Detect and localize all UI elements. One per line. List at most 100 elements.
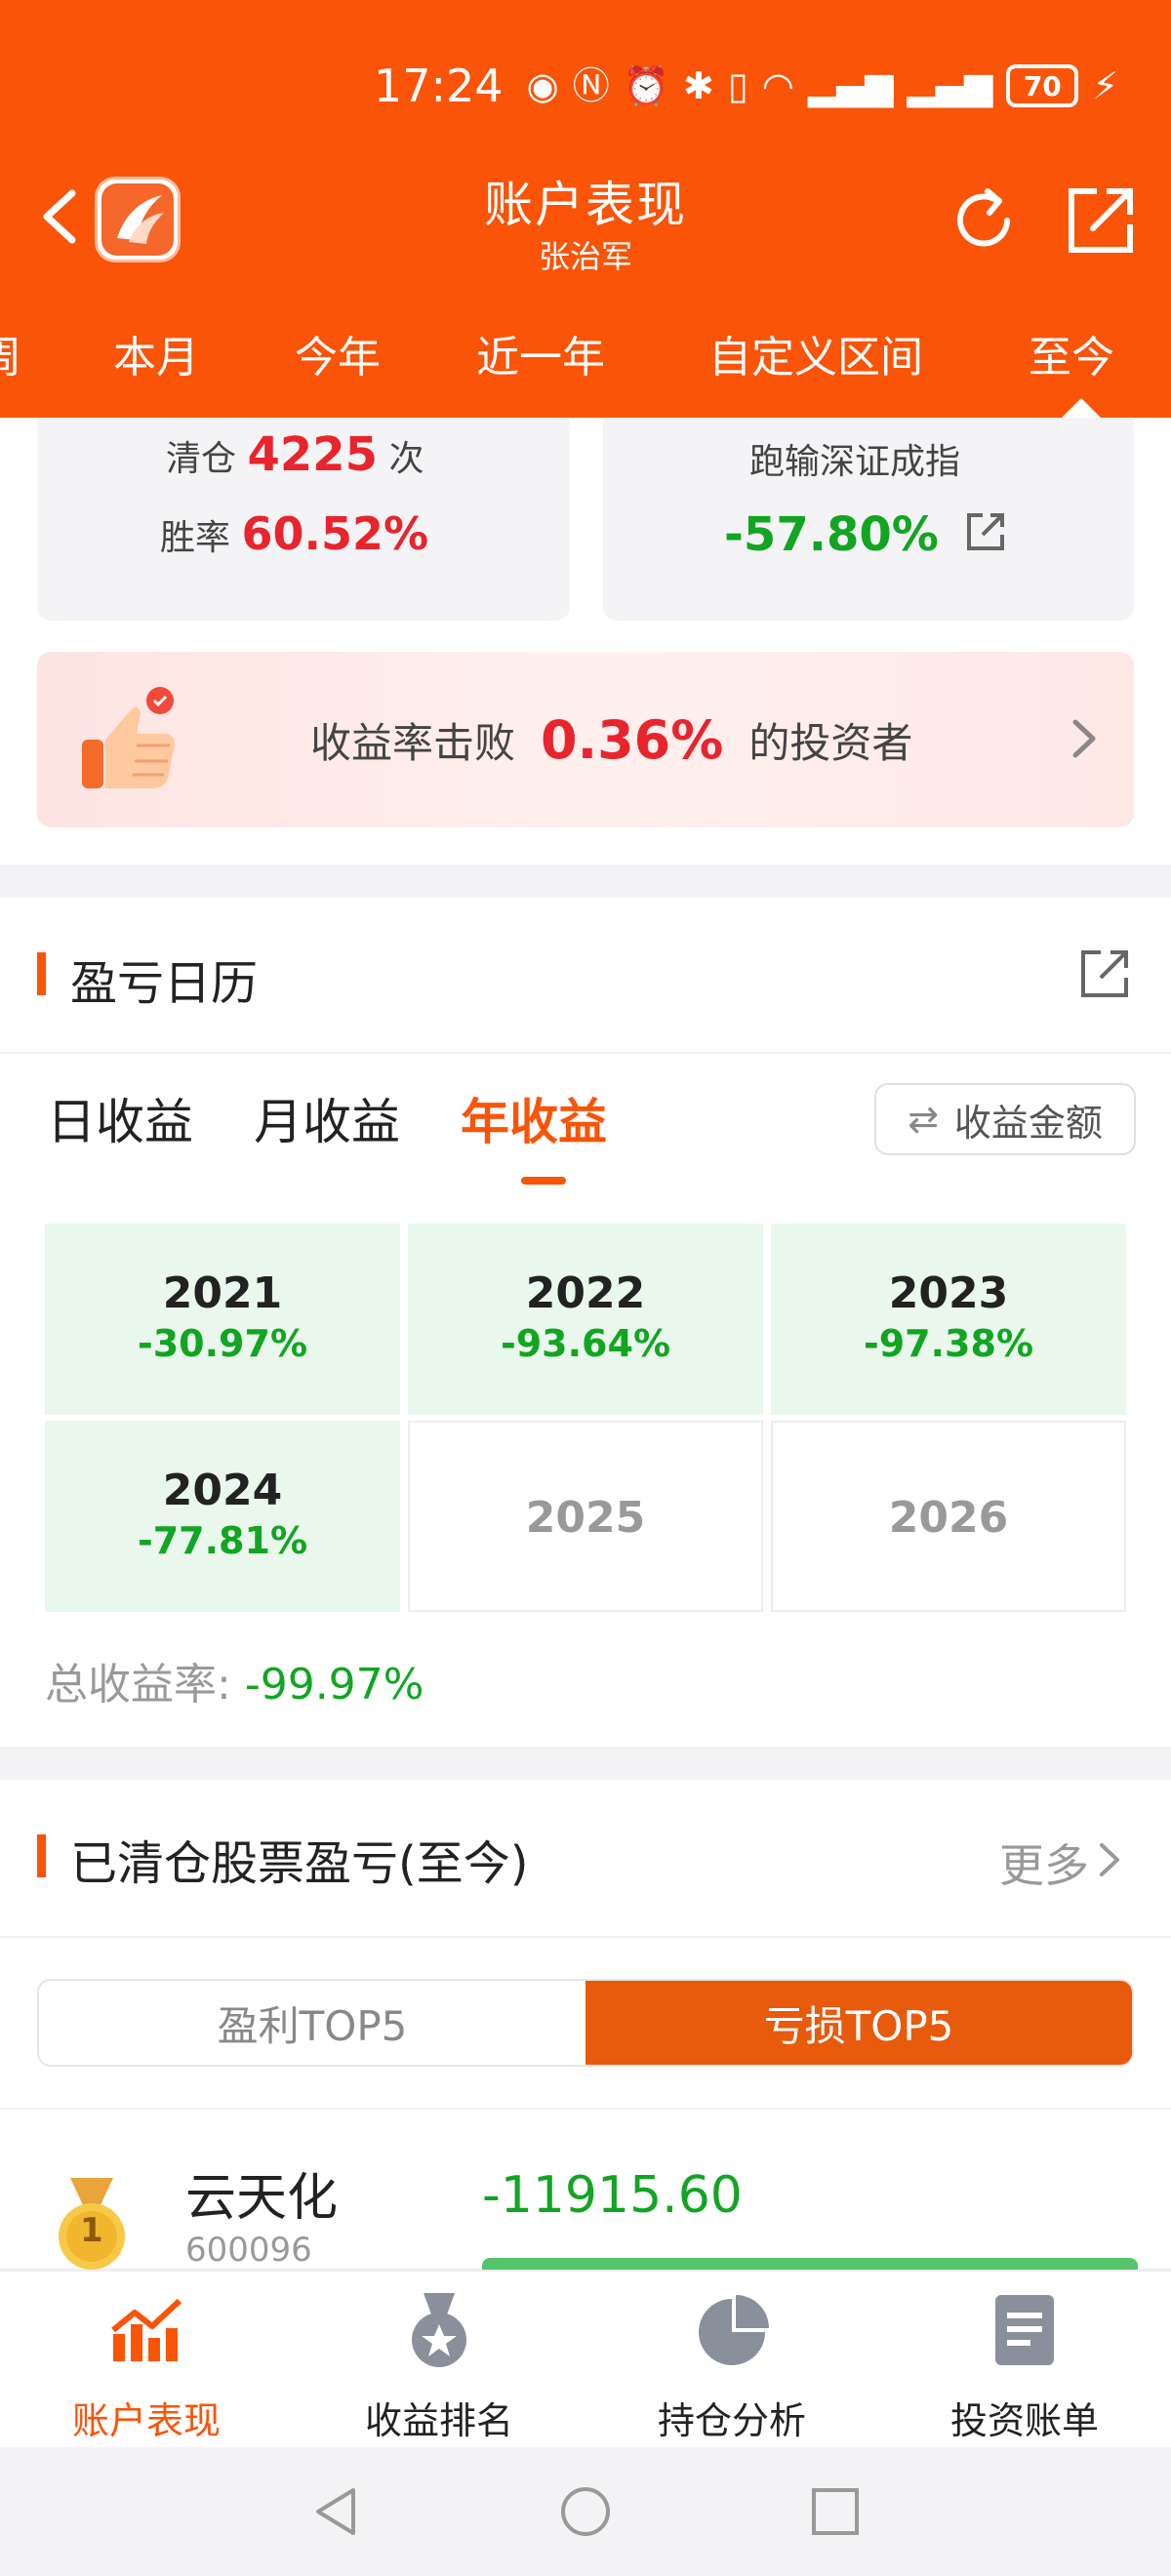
- stock-name[interactable]: 云天化: [185, 2156, 338, 2230]
- status-time: 17:24: [373, 60, 504, 112]
- system-recents-icon[interactable]: [808, 2484, 863, 2539]
- win-rate-label: 胜率: [160, 518, 231, 558]
- nav-label: 投资账单: [949, 2399, 1099, 2442]
- tab-week[interactable]: 周: [0, 322, 21, 384]
- calendar-header: 盈亏日历: [0, 898, 1171, 1054]
- signal-5g-icon: ▂▄▆: [807, 64, 894, 107]
- rank-number: 1: [80, 2211, 103, 2250]
- pnl-calendar-section: 盈亏日历 日收益 月收益 年收益 ⇄ 收益金额 2021 -30.97% 202…: [0, 898, 1171, 1747]
- nav-investment-bill[interactable]: 投资账单: [878, 2291, 1171, 2444]
- cleared-title: 已清仓股票盈亏(至今): [70, 1836, 529, 1891]
- year-label: 2021: [162, 1268, 283, 1318]
- cleared-stocks-section: 已清仓股票盈亏(至今) 更多 盈利TOP5 亏损TOP5 1 云天化 60009…: [0, 1780, 1171, 2272]
- stock-pnl: -11915.60: [482, 2166, 743, 2225]
- signal-4g-icon: ▂▄▆: [907, 64, 993, 107]
- tab-yearly-return[interactable]: 年收益: [461, 1083, 607, 1153]
- stock-code: 600096: [185, 2231, 312, 2270]
- tab-custom-range[interactable]: 自定义区间: [708, 322, 923, 384]
- battery-indicator: 70: [1006, 64, 1079, 107]
- clearance-label: 清仓: [166, 439, 237, 479]
- index-compare-line: -57.80%: [724, 507, 1008, 562]
- tab-monthly-return[interactable]: 月收益: [254, 1083, 400, 1153]
- year-cell[interactable]: 2021 -30.97%: [45, 1224, 400, 1415]
- year-label: 2025: [525, 1493, 646, 1543]
- clearance-card: 清仓 4225 次 胜率 60.52%: [37, 418, 570, 621]
- thumbs-up-icon: [82, 687, 175, 788]
- year-return: -30.97%: [137, 1322, 308, 1365]
- period-tabs: 周 本月 今年 近一年 自定义区间 至今: [0, 322, 1171, 390]
- profit-loss-segment: 盈利TOP5 亏损TOP5: [37, 1979, 1134, 2067]
- wifi-icon: ◠: [761, 64, 794, 107]
- vibrate-icon: ▯: [727, 64, 748, 107]
- beat-suffix: 的投资者: [748, 718, 913, 767]
- nav-account-performance[interactable]: 账户表现: [0, 2291, 293, 2444]
- share-small-icon[interactable]: [963, 509, 1008, 554]
- beat-investors-banner[interactable]: 收益率击败 0.36% 的投资者: [37, 652, 1134, 827]
- clearance-line: 清仓 4225 次: [166, 427, 424, 482]
- active-tab-pointer: [1062, 398, 1101, 418]
- year-cell[interactable]: 2025: [408, 1421, 763, 1612]
- segment-profit-top5[interactable]: 盈利TOP5: [39, 1981, 586, 2065]
- index-compare-value: -57.80%: [724, 507, 939, 562]
- refresh-icon[interactable]: [945, 181, 1023, 260]
- nav-bar: 账户表现 张治军: [0, 166, 1171, 275]
- more-link[interactable]: 更多: [999, 1831, 1089, 1895]
- active-tab-underline: [521, 1177, 566, 1185]
- beat-text: 收益率击败 0.36% 的投资者: [310, 652, 912, 827]
- year-cell[interactable]: 2026: [771, 1421, 1126, 1612]
- total-return: 总收益率: -99.97%: [45, 1649, 424, 1711]
- nfc-icon: Ⓝ: [572, 64, 610, 107]
- system-nav-bar: [0, 2447, 1171, 2576]
- tab-this-year[interactable]: 今年: [295, 322, 381, 384]
- index-compare-card[interactable]: 跑输深证成指 -57.80%: [603, 418, 1134, 621]
- medal-icon: [412, 2293, 466, 2367]
- charging-icon: ⚡: [1092, 64, 1118, 107]
- total-return-value: -99.97%: [244, 1660, 424, 1710]
- year-return: -93.64%: [500, 1322, 671, 1365]
- chevron-right-icon: [1072, 719, 1096, 758]
- amount-toggle-button[interactable]: ⇄ 收益金额: [874, 1083, 1136, 1155]
- index-compare-label: 跑输深证成指: [749, 442, 961, 482]
- year-label: 2023: [888, 1268, 1009, 1318]
- divider: [0, 2108, 1171, 2110]
- nav-label: 收益排名: [364, 2399, 513, 2442]
- tab-daily-return[interactable]: 日收益: [47, 1083, 193, 1153]
- year-cell[interactable]: 2024 -77.81%: [45, 1421, 400, 1612]
- amount-toggle-label: 收益金额: [953, 1101, 1103, 1145]
- year-label: 2024: [162, 1466, 283, 1515]
- beat-prefix: 收益率击败: [310, 718, 516, 767]
- system-home-icon[interactable]: [558, 2484, 613, 2539]
- share-icon[interactable]: [1075, 945, 1134, 1003]
- tab-last-year[interactable]: 近一年: [476, 322, 605, 384]
- year-grid: 2021 -30.97% 2022 -93.64% 2023 -97.38% 2…: [45, 1224, 1128, 1620]
- share-icon[interactable]: [1064, 183, 1138, 258]
- eye-icon: ◉: [526, 64, 559, 107]
- alarm-icon: ⏰: [623, 64, 670, 107]
- tab-this-month[interactable]: 本月: [113, 322, 199, 384]
- nav-label: 账户表现: [71, 2399, 221, 2442]
- win-rate-value: 60.52%: [241, 507, 429, 560]
- divider: [0, 1936, 1171, 1938]
- clearance-unit: 次: [388, 439, 424, 479]
- document-icon: [995, 2295, 1054, 2365]
- bluetooth-icon: ✱: [683, 64, 714, 107]
- beat-percent: 0.36%: [541, 708, 724, 771]
- win-rate-line: 胜率 60.52%: [160, 507, 428, 560]
- tab-to-date[interactable]: 至今: [1029, 322, 1114, 384]
- status-bar: 17:24 ◉ Ⓝ ⏰ ✱ ▯ ◠ ▂▄▆ ▂▄▆ 70 ⚡: [374, 57, 1118, 115]
- year-cell[interactable]: 2023 -97.38%: [771, 1224, 1126, 1415]
- segment-loss-top5[interactable]: 亏损TOP5: [586, 1981, 1132, 2065]
- system-back-icon[interactable]: [308, 2484, 363, 2539]
- year-return: -97.38%: [863, 1322, 1034, 1365]
- clearance-count: 4225: [247, 427, 379, 482]
- total-return-label: 总收益率:: [45, 1660, 231, 1710]
- nav-return-ranking[interactable]: 收益排名: [293, 2291, 586, 2444]
- nav-label: 持仓分析: [657, 2399, 806, 2442]
- pie-chart-icon: [699, 2295, 769, 2365]
- section-accent-bar: [37, 952, 46, 995]
- chevron-right-icon[interactable]: [1097, 1840, 1122, 1879]
- year-cell[interactable]: 2022 -93.64%: [408, 1224, 763, 1415]
- year-return: -77.81%: [137, 1519, 308, 1562]
- stats-section: 清仓 4225 次 胜率 60.52% 跑输深证成指 -57.80% 收益率击败…: [0, 418, 1171, 865]
- nav-holdings-analysis[interactable]: 持仓分析: [586, 2291, 878, 2444]
